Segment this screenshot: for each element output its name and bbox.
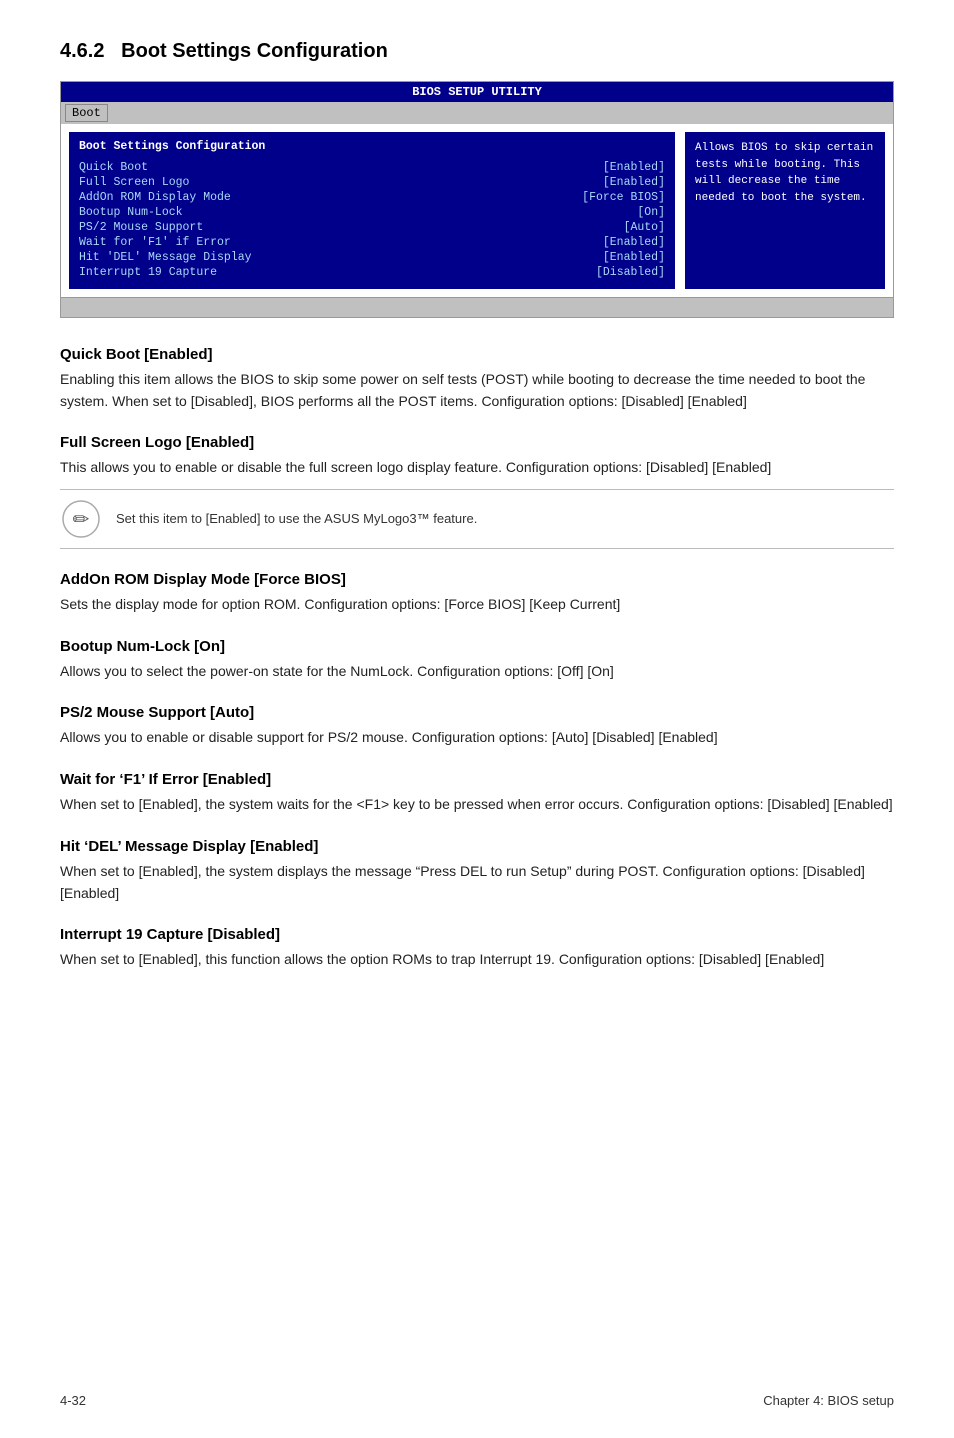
bios-help-panel: Allows BIOS to skip certain tests while … bbox=[685, 132, 885, 289]
page-footer: 4-32 Chapter 4: BIOS setup bbox=[60, 1393, 894, 1408]
bios-menu-row: Wait for 'F1' if Error[Enabled] bbox=[79, 236, 665, 249]
bios-menu-row: Hit 'DEL' Message Display[Enabled] bbox=[79, 251, 665, 264]
bios-menu-panel: Boot Settings Configuration Quick Boot[E… bbox=[69, 132, 675, 289]
bios-menu-row: Quick Boot[Enabled] bbox=[79, 161, 665, 174]
subsection-wait-f1: Wait for ‘F1’ If Error [Enabled] When set… bbox=[60, 771, 894, 816]
bios-screenshot: BIOS SETUP UTILITY Boot Boot Settings Co… bbox=[60, 81, 894, 318]
bios-menu-row: Bootup Num-Lock[On] bbox=[79, 206, 665, 219]
subsection-heading-wait-f1: Wait for ‘F1’ If Error [Enabled] bbox=[60, 771, 894, 788]
bios-menu-row: Interrupt 19 Capture[Disabled] bbox=[79, 266, 665, 279]
bios-menu-label: Bootup Num-Lock bbox=[79, 206, 627, 219]
subsection-full-screen-logo: Full Screen Logo [Enabled] This allows yo… bbox=[60, 434, 894, 549]
bios-menu-value: [Auto] bbox=[614, 221, 665, 234]
bios-tab-boot: Boot bbox=[65, 104, 108, 122]
section-title: Boot Settings Configuration bbox=[121, 40, 388, 62]
subsection-text-quick-boot: Enabling this item allows the BIOS to sk… bbox=[60, 369, 894, 412]
subsection-text-addon-rom: Sets the display mode for option ROM. Co… bbox=[60, 594, 894, 616]
bios-menu-label: Hit 'DEL' Message Display bbox=[79, 251, 593, 264]
bios-tab-bar: Boot bbox=[61, 102, 893, 124]
bios-menu-row: PS/2 Mouse Support[Auto] bbox=[79, 221, 665, 234]
subsection-text-wait-f1: When set to [Enabled], the system waits … bbox=[60, 794, 894, 816]
subsection-bootup-numlock: Bootup Num-Lock [On] Allows you to select… bbox=[60, 638, 894, 683]
subsection-text-hit-del: When set to [Enabled], the system displa… bbox=[60, 861, 894, 904]
subsection-addon-rom: AddOn ROM Display Mode [Force BIOS] Sets … bbox=[60, 571, 894, 616]
subsection-text-bootup-numlock: Allows you to select the power-on state … bbox=[60, 661, 894, 683]
bios-menu-row: Full Screen Logo[Enabled] bbox=[79, 176, 665, 189]
subsection-interrupt19: Interrupt 19 Capture [Disabled] When set … bbox=[60, 926, 894, 971]
svg-text:✏: ✏ bbox=[73, 509, 90, 531]
bios-menu-value: [Enabled] bbox=[593, 161, 665, 174]
bios-menu-label: AddOn ROM Display Mode bbox=[79, 191, 572, 204]
bios-menu-label: Wait for 'F1' if Error bbox=[79, 236, 593, 249]
subsection-ps2-mouse: PS/2 Mouse Support [Auto] Allows you to e… bbox=[60, 704, 894, 749]
subsection-text-ps2-mouse: Allows you to enable or disable support … bbox=[60, 727, 894, 749]
subsection-heading-ps2-mouse: PS/2 Mouse Support [Auto] bbox=[60, 704, 894, 721]
bios-menu-label: Full Screen Logo bbox=[79, 176, 593, 189]
note-icon: ✏ bbox=[60, 500, 102, 538]
subsection-heading-addon-rom: AddOn ROM Display Mode [Force BIOS] bbox=[60, 571, 894, 588]
bios-menu-label: Quick Boot bbox=[79, 161, 593, 174]
subsection-text-interrupt19: When set to [Enabled], this function all… bbox=[60, 949, 894, 971]
bios-menu-row: AddOn ROM Display Mode[Force BIOS] bbox=[79, 191, 665, 204]
note-box: ✏ Set this item to [Enabled] to use the … bbox=[60, 489, 894, 549]
bios-menu-label: PS/2 Mouse Support bbox=[79, 221, 614, 234]
subsections-container: Quick Boot [Enabled] Enabling this item a… bbox=[60, 346, 894, 971]
bios-content-area: Boot Settings Configuration Quick Boot[E… bbox=[61, 124, 893, 297]
bios-menu-title: Boot Settings Configuration bbox=[79, 140, 665, 153]
bios-menu-value: [Force BIOS] bbox=[572, 191, 665, 204]
bios-menu-value: [Enabled] bbox=[593, 251, 665, 264]
subsection-hit-del: Hit ‘DEL’ Message Display [Enabled] When … bbox=[60, 838, 894, 904]
footer-chapter: Chapter 4: BIOS setup bbox=[763, 1393, 894, 1408]
section-number: 4.6.2 bbox=[60, 40, 104, 62]
bios-menu-value: [Disabled] bbox=[586, 266, 665, 279]
bios-menu-label: Interrupt 19 Capture bbox=[79, 266, 586, 279]
subsection-quick-boot: Quick Boot [Enabled] Enabling this item a… bbox=[60, 346, 894, 412]
bios-bottom-bar bbox=[61, 297, 893, 317]
subsection-text-full-screen-logo: This allows you to enable or disable the… bbox=[60, 457, 894, 479]
bios-menu-value: [On] bbox=[627, 206, 665, 219]
subsection-heading-quick-boot: Quick Boot [Enabled] bbox=[60, 346, 894, 363]
subsection-heading-interrupt19: Interrupt 19 Capture [Disabled] bbox=[60, 926, 894, 943]
note-text: Set this item to [Enabled] to use the AS… bbox=[116, 509, 477, 529]
subsection-heading-full-screen-logo: Full Screen Logo [Enabled] bbox=[60, 434, 894, 451]
bios-title-bar: BIOS SETUP UTILITY bbox=[61, 82, 893, 102]
bios-title: BIOS SETUP UTILITY bbox=[412, 85, 542, 99]
bios-menu-rows: Quick Boot[Enabled]Full Screen Logo[Enab… bbox=[79, 161, 665, 279]
section-heading: 4.6.2 Boot Settings Configuration bbox=[60, 40, 894, 63]
subsection-heading-bootup-numlock: Bootup Num-Lock [On] bbox=[60, 638, 894, 655]
bios-menu-value: [Enabled] bbox=[593, 236, 665, 249]
bios-menu-value: [Enabled] bbox=[593, 176, 665, 189]
footer-page-number: 4-32 bbox=[60, 1393, 86, 1408]
subsection-heading-hit-del: Hit ‘DEL’ Message Display [Enabled] bbox=[60, 838, 894, 855]
